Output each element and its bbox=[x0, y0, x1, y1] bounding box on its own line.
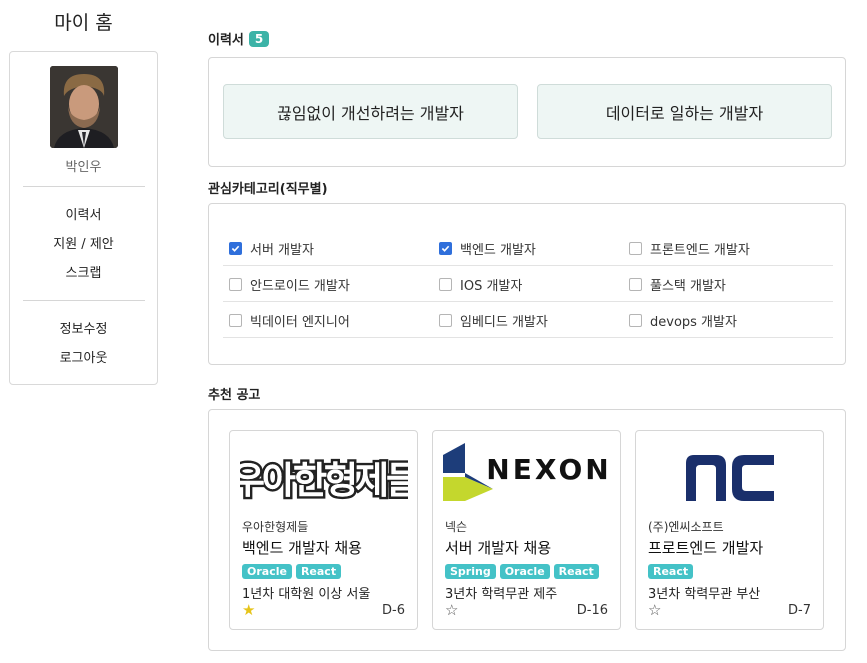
job-requirements: 3년차 학력무관 부산 bbox=[648, 587, 761, 602]
category-label: 풀스택 개발자 bbox=[650, 278, 726, 294]
category-checkbox[interactable] bbox=[229, 241, 242, 255]
category-row: 빅데이터 엔지니어 임베디드 개발자 devops 개발자 bbox=[223, 302, 833, 338]
category-label: 백엔드 개발자 bbox=[460, 242, 536, 258]
category-option[interactable]: 서버 개발자 bbox=[229, 230, 314, 266]
company-logo: 우아한형제들 우아한형제들 bbox=[240, 443, 408, 511]
category-option[interactable]: 빅데이터 엔지니어 bbox=[229, 302, 350, 338]
category-checkbox[interactable] bbox=[439, 241, 452, 255]
category-option[interactable]: 풀스택 개발자 bbox=[629, 266, 726, 302]
deadline-dday: D-16 bbox=[576, 603, 608, 618]
category-label: 안드로이드 개발자 bbox=[250, 278, 350, 294]
category-option[interactable]: 임베디드 개발자 bbox=[439, 302, 548, 338]
category-option[interactable]: IOS 개발자 bbox=[439, 266, 522, 302]
category-checkbox[interactable] bbox=[229, 277, 242, 291]
tag-list: Oracle React bbox=[242, 564, 342, 579]
deadline-dday: D-6 bbox=[382, 603, 405, 618]
category-label: devops 개발자 bbox=[650, 314, 737, 330]
star-icon[interactable]: ☆ bbox=[445, 602, 458, 618]
job-requirements: 3년차 학력무관 제주 bbox=[445, 587, 558, 602]
category-row: 안드로이드 개발자 IOS 개발자 풀스택 개발자 bbox=[223, 266, 833, 302]
category-label: 빅데이터 엔지니어 bbox=[250, 314, 350, 330]
skill-tag: React bbox=[553, 564, 599, 579]
job-title: 프로트엔드 개발자 bbox=[648, 539, 764, 557]
profile-card: 박인우 이력서 지원 / 제안 스크랩 정보수정 로그아웃 bbox=[9, 51, 158, 385]
category-row: 서버 개발자 백엔드 개발자 프론트엔드 개발자 bbox=[223, 230, 833, 266]
recommend-panel: 우아한형제들 우아한형제들 우아한형제들 백엔드 개발자 채용 Oracle React 1… bbox=[208, 409, 846, 651]
resume-section-title: 이력서 5 bbox=[208, 29, 270, 48]
svg-text:우아한형제들: 우아한형제들 bbox=[240, 459, 408, 502]
user-name: 박인우 bbox=[65, 160, 102, 175]
skill-tag: Spring bbox=[445, 564, 496, 579]
category-label: 임베디드 개발자 bbox=[460, 314, 548, 330]
recommend-section-title: 추천 공고 bbox=[208, 388, 261, 403]
divider bbox=[23, 300, 145, 301]
job-requirements: 1년차 대학원 이상 서울 bbox=[242, 587, 371, 602]
star-icon[interactable]: ★ bbox=[242, 602, 255, 618]
category-label: 프론트엔드 개발자 bbox=[650, 242, 750, 258]
nav-resume-link[interactable]: 이력서 bbox=[10, 204, 157, 223]
tag-list: Spring Oracle React bbox=[445, 564, 599, 579]
category-option[interactable]: 백엔드 개발자 bbox=[439, 230, 536, 266]
category-section-title: 관심카테고리(직무별) bbox=[208, 182, 328, 197]
skill-tag: React bbox=[295, 564, 342, 579]
job-title: 서버 개발자 채용 bbox=[445, 539, 552, 557]
deadline-dday: D-7 bbox=[788, 603, 811, 618]
category-option[interactable]: 안드로이드 개발자 bbox=[229, 266, 350, 302]
star-icon[interactable]: ☆ bbox=[648, 602, 661, 618]
skill-tag: Oracle bbox=[242, 564, 292, 579]
avatar bbox=[50, 66, 118, 148]
company-name: 넥슨 bbox=[445, 520, 468, 534]
resume-item-button[interactable]: 끊임없이 개선하려는 개발자 bbox=[223, 84, 518, 139]
category-label: IOS 개발자 bbox=[460, 278, 523, 294]
company-name: (주)엔씨소프트 bbox=[648, 520, 724, 534]
category-checkbox[interactable] bbox=[439, 313, 452, 327]
category-checkbox[interactable] bbox=[229, 313, 242, 327]
category-label: 서버 개발자 bbox=[250, 242, 314, 258]
resume-item-button[interactable]: 데이터로 일하는 개발자 bbox=[537, 84, 832, 139]
category-checkbox[interactable] bbox=[629, 277, 642, 291]
skill-tag: Oracle bbox=[499, 564, 550, 579]
category-checkbox[interactable] bbox=[629, 313, 642, 327]
company-logo bbox=[646, 443, 814, 511]
job-title: 백엔드 개발자 채용 bbox=[242, 539, 362, 557]
edit-profile-link[interactable]: 정보수정 bbox=[10, 318, 157, 337]
category-checkbox[interactable] bbox=[439, 277, 452, 291]
skill-tag: React bbox=[648, 564, 694, 579]
category-option[interactable]: devops 개발자 bbox=[629, 302, 737, 338]
tag-list: React bbox=[648, 564, 694, 579]
company-name: 우아한형제들 bbox=[242, 520, 309, 534]
resume-title: 이력서 bbox=[208, 33, 244, 48]
svg-text:NEXON: NEXON bbox=[486, 453, 611, 486]
divider bbox=[23, 186, 145, 187]
page-title: 마이 홈 bbox=[54, 12, 113, 34]
resume-count-badge: 5 bbox=[248, 31, 270, 47]
logout-link[interactable]: 로그아웃 bbox=[10, 347, 157, 366]
nav-applications-link[interactable]: 지원 / 제안 bbox=[10, 233, 157, 252]
job-card[interactable]: 우아한형제들 우아한형제들 우아한형제들 백엔드 개발자 채용 Oracle React 1… bbox=[229, 430, 418, 630]
category-checkbox[interactable] bbox=[629, 241, 642, 255]
resume-panel: 끊임없이 개선하려는 개발자 데이터로 일하는 개발자 bbox=[208, 57, 846, 167]
category-panel: 서버 개발자 백엔드 개발자 프론트엔드 개발자안드로이드 개발자 IOS 개발자 풀스… bbox=[208, 203, 846, 365]
company-logo: NEXON bbox=[443, 443, 611, 511]
category-option[interactable]: 프론트엔드 개발자 bbox=[629, 230, 750, 266]
job-card[interactable]: (주)엔씨소프트프로트엔드 개발자 React 3년차 학력무관 부산 ☆ D-7 bbox=[635, 430, 824, 630]
job-card[interactable]: NEXON 넥슨서버 개발자 채용 Spring Oracle React 3년차 학력무… bbox=[432, 430, 621, 630]
nav-scrap-link[interactable]: 스크랩 bbox=[10, 262, 157, 281]
